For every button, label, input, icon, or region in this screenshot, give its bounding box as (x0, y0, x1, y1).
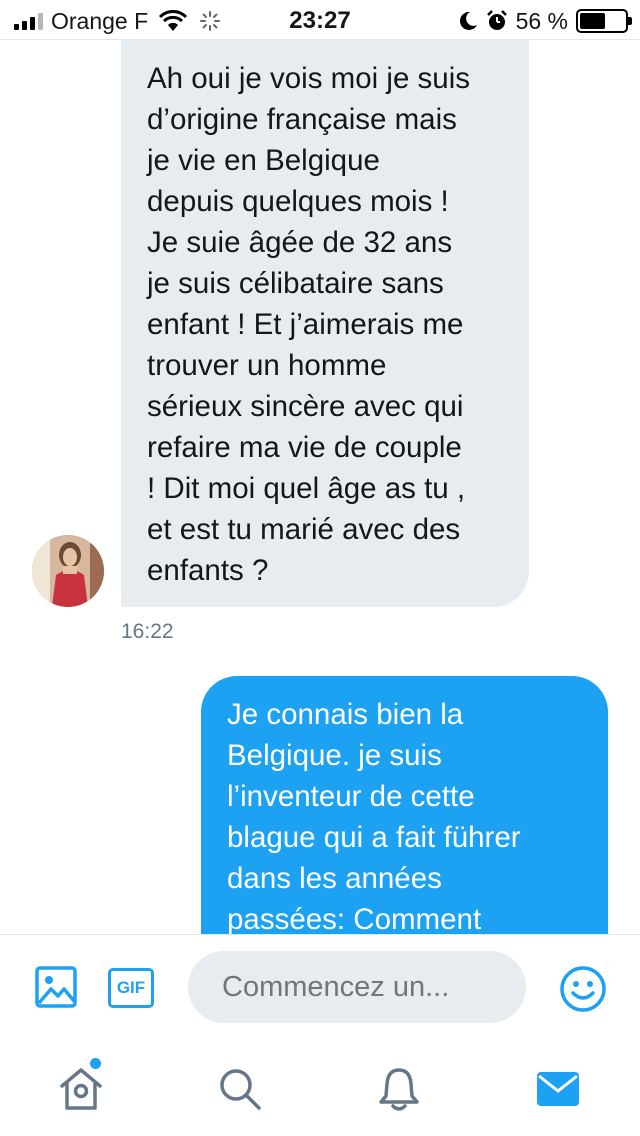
received-message-bubble[interactable]: Ah oui je vois moi je suis d’origine fran… (121, 40, 529, 607)
received-message-line: refaire ma vie de couple (147, 431, 462, 464)
sent-message-line: Je connais bien la (227, 698, 464, 731)
message-composer: GIF (0, 934, 640, 1038)
sent-message-line: blague qui a fait führer (227, 821, 521, 854)
received-message-line: Je suie âgée de 32 ans (147, 226, 453, 259)
received-message-line: trouver un homme (147, 349, 387, 382)
received-message-line: depuis quelques mois ! (147, 185, 449, 218)
mail-icon[interactable] (533, 1064, 583, 1114)
home-badge (90, 1058, 101, 1069)
bell-icon[interactable] (374, 1064, 424, 1114)
received-message-line: enfants ? (147, 554, 269, 587)
status-right: 56 % (458, 7, 632, 35)
received-message-line: enfant ! Et j’aimerais me (147, 308, 464, 341)
tab-bar (0, 1038, 640, 1136)
received-message-line: et est tu marié avec des (147, 513, 461, 546)
received-message-line: sérieux sincère avec qui (147, 390, 464, 423)
received-message-line: Ah oui je vois moi je suis (147, 62, 471, 95)
message-input[interactable] (188, 951, 526, 1023)
sent-message-line: passées: Comment (227, 903, 482, 934)
image-icon[interactable] (34, 965, 78, 1009)
avatar-image (32, 535, 104, 607)
search-icon[interactable] (215, 1064, 265, 1114)
battery-percent: 56 % (515, 7, 568, 34)
gif-button[interactable]: GIF (108, 968, 154, 1008)
sent-message-line: dans les années (227, 862, 442, 895)
sent-message-line: l’inventeur de cette (227, 780, 475, 813)
sent-message-line: Belgique. je suis (227, 739, 442, 772)
received-message-line: d’origine française mais (147, 103, 457, 136)
moon-icon (459, 11, 477, 30)
status-bar: Orange F 23:27 56 % (0, 0, 640, 40)
alarm-icon (486, 10, 507, 30)
received-message-line: je vie en Belgique (147, 144, 380, 177)
battery-level (580, 13, 605, 29)
home-icon[interactable] (56, 1064, 106, 1114)
conversation[interactable]: Ah oui je vois moi je suis d’origine fran… (0, 40, 640, 934)
emoji-icon[interactable] (559, 965, 607, 1013)
message-timestamp: 16:22 (121, 620, 174, 643)
sent-message-bubble[interactable]: Je connais bien la Belgique. je suis l’inv… (201, 676, 608, 934)
contact-avatar[interactable] (32, 535, 104, 607)
battery-icon (576, 9, 632, 33)
received-message-line: je suis célibataire sans (147, 267, 444, 300)
received-message-line: ! Dit moi quel âge as tu , (147, 472, 466, 505)
